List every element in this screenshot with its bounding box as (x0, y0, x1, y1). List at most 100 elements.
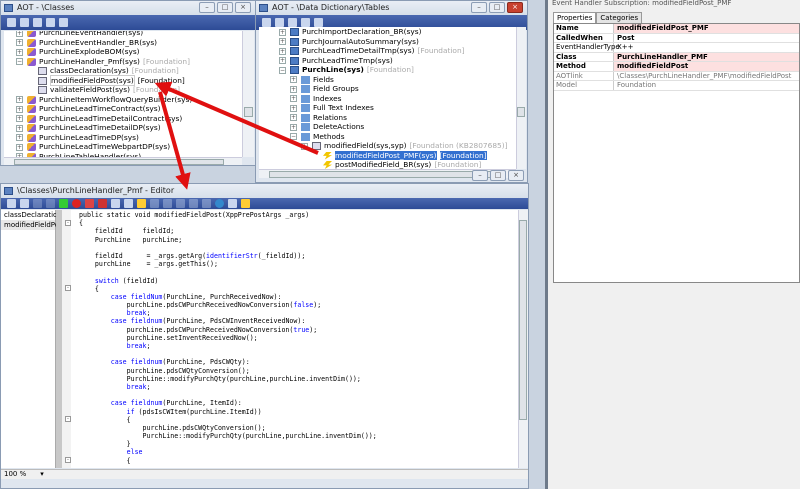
close-button[interactable]: × (507, 2, 523, 13)
tree-item[interactable]: validateFieldPost(sys) [Foundation] (4, 85, 242, 95)
maximize-button[interactable]: □ (217, 2, 233, 13)
undo-icon[interactable] (33, 199, 42, 208)
code-editor[interactable]: public static void modifiedFieldPost(Xpp… (71, 210, 518, 468)
tree-item[interactable]: + Fields (259, 75, 516, 85)
classes-vscrollbar[interactable] (242, 31, 254, 157)
close-button[interactable]: × (508, 170, 524, 181)
open-icon[interactable] (262, 18, 271, 27)
tree-item[interactable]: + PurchJournalAutoSummary(sys) (259, 37, 516, 47)
expand-icon[interactable]: − (16, 58, 23, 65)
close-button[interactable]: × (235, 2, 251, 13)
tree-item[interactable]: modifiedFieldPost_PMF(sys) [Foundation] (259, 150, 516, 161)
keyboard-icon[interactable] (228, 199, 237, 208)
minimize-button[interactable]: – (199, 2, 215, 13)
expand-icon[interactable]: + (16, 96, 23, 103)
expand-icon[interactable]: + (279, 28, 286, 36)
expand-icon[interactable]: + (16, 115, 23, 122)
expand-icon[interactable]: + (290, 104, 297, 112)
expand-icon[interactable]: + (16, 143, 23, 151)
method-item-modifiedfieldpost[interactable]: modifiedFieldPost (1, 220, 65, 230)
tree-item[interactable]: + PurchLineLeadTimeDetailContract(sys) (4, 114, 242, 124)
tree-item[interactable]: + DeleteActions (259, 122, 516, 132)
tree-item[interactable]: postModifiedField_BR(sys) [Foundation] (259, 160, 516, 169)
properties-icon[interactable] (275, 18, 284, 27)
compile-icon[interactable] (111, 199, 120, 208)
expand-icon[interactable]: + (290, 114, 297, 121)
property-value[interactable]: Post (614, 34, 799, 43)
editor-vscrollbar[interactable] (518, 210, 528, 468)
expand-icon[interactable]: + (290, 123, 297, 131)
property-value[interactable]: \Classes\PurchLineHandler_PMF\modifiedFi… (614, 72, 799, 81)
expand-icon[interactable]: + (16, 134, 23, 141)
expand-icon[interactable]: + (301, 142, 308, 150)
indent-icon[interactable] (150, 199, 159, 208)
tree-item[interactable]: + modifiedField(sys,syp) [Foundation (KB28… (259, 141, 516, 151)
breakpoint-icon[interactable] (72, 199, 81, 208)
redo-icon[interactable] (46, 199, 55, 208)
bookmark-icon[interactable] (202, 199, 211, 208)
property-row[interactable]: EventHandlerType X++ (554, 43, 799, 53)
tree-item[interactable]: + PurchLeadTimeDetailTmp(sys) [Foundation] (259, 46, 516, 56)
chevron-down-icon[interactable]: ▾ (40, 470, 44, 478)
import-icon[interactable] (301, 18, 310, 27)
outdent-icon[interactable] (163, 199, 172, 208)
tree-item[interactable]: + Field Groups (259, 84, 516, 94)
tables-titlebar[interactable]: AOT - \Data Dictionary\Tables – □ × (256, 1, 527, 15)
classes-hscrollbar[interactable] (4, 157, 242, 165)
tree-item[interactable]: − PurchLine(sys) [Foundation] (259, 65, 516, 75)
editor-titlebar[interactable]: \Classes\PurchLineHandler_Pmf - Editor –… (1, 170, 528, 198)
tree-item[interactable]: + PurchLineLeadTimeContract(sys) (4, 104, 242, 114)
source-icon[interactable] (241, 199, 250, 208)
maximize-button[interactable]: □ (490, 170, 506, 181)
help-icon[interactable] (215, 199, 224, 208)
tree-item[interactable]: + PurchLineLeadTimeDP(sys) (4, 133, 242, 143)
expand-icon[interactable]: − (279, 66, 286, 74)
expand-icon[interactable]: + (279, 57, 286, 64)
expand-icon[interactable]: + (16, 39, 23, 46)
minimize-button[interactable]: – (472, 170, 488, 181)
list-icon[interactable] (176, 199, 185, 208)
remove-breakpoints-icon[interactable] (98, 199, 107, 208)
classes-titlebar[interactable]: AOT - \Classes – □ × (1, 1, 255, 15)
open-icon[interactable] (7, 18, 16, 27)
zoom-select[interactable]: 100 % (4, 470, 26, 478)
compile-icon[interactable] (288, 18, 297, 27)
expand-icon[interactable]: + (279, 38, 286, 45)
tree-item[interactable]: + PurchLineExplodeBOM(sys) (4, 47, 242, 57)
expand-icon[interactable]: + (279, 47, 286, 55)
expand-icon[interactable]: + (16, 31, 23, 37)
property-row[interactable]: Class PurchLineHandler_PMF (554, 52, 799, 62)
property-value[interactable]: X++ (614, 43, 799, 52)
tree-item[interactable]: + PurchImportDeclaration_BR(sys) (259, 27, 516, 37)
save-icon[interactable] (59, 18, 68, 27)
tab-properties[interactable]: Properties (553, 12, 597, 23)
property-row[interactable]: AOTlink \Classes\PurchLineHandler_PMF\mod… (554, 71, 799, 81)
property-row[interactable]: Model Foundation (554, 81, 799, 91)
save-icon[interactable] (20, 199, 29, 208)
property-value[interactable]: modifiedFieldPost_PMF (614, 24, 799, 33)
minimize-button[interactable]: – (471, 2, 487, 13)
property-row[interactable]: Method modifiedFieldPost (554, 62, 799, 72)
tree-item[interactable]: modifiedFieldPost(sys) [Foundation] (4, 74, 242, 86)
tree-item[interactable]: + Relations (259, 113, 516, 123)
tree-item[interactable]: + PurchLineItemWorkflowQueryBuilder(sys) (4, 95, 242, 105)
method-item-classdeclaration[interactable]: classDeclaration (1, 210, 62, 220)
tree-item[interactable]: − Methods (259, 132, 516, 142)
new-icon[interactable] (7, 199, 16, 208)
expand-icon[interactable]: + (290, 95, 297, 102)
lookup-icon[interactable] (124, 199, 133, 208)
tree-item[interactable]: − PurchLineHandler_Pmf(sys) [Foundation] (4, 57, 242, 67)
toggle-breakpoint-icon[interactable] (85, 199, 94, 208)
run-icon[interactable] (59, 199, 68, 208)
tree-item[interactable]: + PurchLineLeadTimeWebpartDP(sys) (4, 142, 242, 152)
goto-icon[interactable] (189, 199, 198, 208)
property-value[interactable]: modifiedFieldPost (614, 62, 799, 71)
tree-item[interactable]: + PurchLeadTimeTmp(sys) (259, 56, 516, 66)
expand-icon[interactable]: + (16, 124, 23, 132)
expand-icon[interactable]: + (16, 48, 23, 56)
property-row[interactable]: CalledWhen Post (554, 33, 799, 43)
expand-icon[interactable]: + (290, 85, 297, 93)
scripts-icon[interactable] (137, 199, 146, 208)
tree-item[interactable]: + PurchLineLeadTimeDetailDP(sys) (4, 123, 242, 133)
property-row[interactable]: Name modifiedFieldPost_PMF (554, 24, 799, 34)
